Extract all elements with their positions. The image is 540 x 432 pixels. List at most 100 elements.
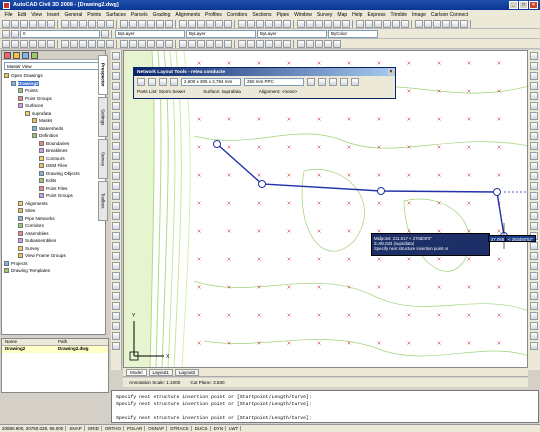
standard-icon-18[interactable] — [156, 19, 164, 28]
toolspace-icon-3[interactable] — [22, 51, 29, 59]
standard-icon-17[interactable] — [147, 19, 155, 28]
draw-icon-2[interactable] — [112, 72, 120, 80]
tree-item-edits[interactable]: Edits — [4, 177, 103, 185]
draw-pipes-icon[interactable] — [307, 77, 315, 86]
civil-icon-9[interactable] — [79, 39, 87, 48]
tree-item-boundaries[interactable]: Boundaries — [4, 140, 103, 148]
layer-properties-icon[interactable] — [2, 29, 10, 38]
standard-icon-12[interactable] — [106, 19, 114, 28]
tab-layout1[interactable]: Layout1 — [148, 368, 173, 376]
civil-icon-25[interactable] — [215, 39, 223, 48]
civil-icon-8[interactable] — [70, 39, 78, 48]
draw-icon-22[interactable] — [112, 272, 120, 280]
draw-icon-17[interactable] — [112, 222, 120, 230]
menu-item-grading[interactable]: Grading — [150, 12, 173, 18]
modify-icon-5[interactable] — [530, 102, 538, 110]
standard-icon-46[interactable] — [392, 19, 400, 28]
menu-item-edit[interactable]: Edit — [15, 12, 29, 18]
view-select[interactable]: Master View — [4, 62, 102, 70]
tree-item-point-groups[interactable]: Point Groups — [4, 192, 103, 200]
civil-icon-12[interactable] — [106, 39, 114, 48]
standard-icon-25[interactable] — [215, 19, 223, 28]
tree-item-point-files[interactable]: Point Files — [4, 185, 103, 193]
modify-icon-4[interactable] — [530, 92, 538, 100]
toolspace-icon[interactable] — [4, 51, 11, 59]
modify-icon-8[interactable] — [530, 132, 538, 140]
network-properties-icon[interactable] — [137, 77, 145, 86]
civil-icon-14[interactable] — [120, 39, 128, 48]
tree-item-drawing-templates[interactable]: Drawing Templates — [4, 267, 103, 275]
modify-icon-29[interactable] — [530, 342, 538, 350]
status-polar[interactable]: POLAR — [127, 426, 146, 431]
civil-icon-37[interactable] — [315, 39, 323, 48]
tree-item-projects[interactable]: Projects — [4, 260, 103, 268]
menu-item-points[interactable]: Points — [85, 12, 104, 18]
modify-icon-10[interactable] — [530, 152, 538, 160]
draw-icon-6[interactable] — [112, 112, 120, 120]
standard-icon-22[interactable] — [188, 19, 196, 28]
linetype-combo[interactable]: ByLayer — [186, 29, 256, 38]
standard-icon-54[interactable] — [460, 19, 468, 28]
menu-item-general[interactable]: General — [62, 12, 85, 18]
status-otrack[interactable]: OTRACK — [170, 426, 192, 431]
draw-icon-25[interactable] — [112, 302, 120, 310]
tree-item-subassemblies[interactable]: Subassemblies — [4, 237, 103, 245]
civil-icon-0[interactable] — [2, 39, 10, 48]
menu-item-parcels[interactable]: Parcels — [128, 12, 150, 18]
menu-item-alignments[interactable]: Alignments — [173, 12, 203, 18]
tab-model[interactable]: Model — [126, 368, 147, 376]
civil-icon-3[interactable] — [29, 39, 37, 48]
draw-icon-8[interactable] — [112, 132, 120, 140]
tree-item-points[interactable]: Points — [4, 87, 103, 95]
draw-icon-14[interactable] — [112, 192, 120, 200]
status-ortho[interactable]: ORTHO — [105, 426, 124, 431]
modify-icon-22[interactable] — [530, 272, 538, 280]
menu-item-image[interactable]: Image — [410, 12, 429, 18]
draw-icon-23[interactable] — [112, 282, 120, 290]
modify-icon-12[interactable] — [530, 172, 538, 180]
tree-item-contours[interactable]: Contours — [4, 155, 103, 163]
menu-item-trimble[interactable]: Trimble — [388, 12, 409, 18]
standard-icon-24[interactable] — [206, 19, 214, 28]
modify-icon-26[interactable] — [530, 312, 538, 320]
parts-list-icon[interactable] — [148, 77, 156, 86]
civil-icon-26[interactable] — [224, 39, 232, 48]
standard-icon-9[interactable] — [79, 19, 87, 28]
tab-prospector[interactable]: Prospector — [98, 55, 108, 95]
status-dyn[interactable]: DYN — [214, 426, 227, 431]
tab-survey[interactable]: Survey — [98, 139, 108, 179]
standard-icon-37[interactable] — [315, 19, 323, 28]
standard-icon-32[interactable] — [274, 19, 282, 28]
tree-item-survey[interactable]: Survey — [4, 245, 103, 253]
tree-item-breaklines[interactable]: Breaklines — [4, 147, 103, 155]
toolspace-icon-4[interactable] — [31, 51, 38, 59]
standard-icon-19[interactable] — [165, 19, 173, 28]
civil-icon-19[interactable] — [165, 39, 173, 48]
civil-icon-24[interactable] — [206, 39, 214, 48]
civil-icon-31[interactable] — [265, 39, 273, 48]
draw-icon-7[interactable] — [112, 122, 120, 130]
draw-icon-26[interactable] — [112, 312, 120, 320]
standard-icon-5[interactable] — [47, 19, 55, 28]
menu-item-profiles[interactable]: Profiles — [203, 12, 225, 18]
draw-icon-3[interactable] — [112, 82, 120, 90]
draw-icon-1[interactable] — [112, 62, 120, 70]
draw-icon-0[interactable] — [112, 52, 120, 60]
menu-item-pipes[interactable]: Pipes — [274, 12, 292, 18]
modify-icon-2[interactable] — [530, 72, 538, 80]
menu-item-insert[interactable]: Insert — [44, 12, 62, 18]
tree-item-masks[interactable]: Masks — [4, 117, 103, 125]
standard-icon-42[interactable] — [356, 19, 364, 28]
tree-item-definition[interactable]: Definition — [4, 132, 103, 140]
standard-icon-14[interactable] — [120, 19, 128, 28]
civil-icon-36[interactable] — [306, 39, 314, 48]
standard-icon-8[interactable] — [70, 19, 78, 28]
tree-item-sites[interactable]: Sites — [4, 207, 103, 215]
civil-icon-17[interactable] — [147, 39, 155, 48]
surface-icon[interactable] — [159, 77, 167, 86]
draw-icon-29[interactable] — [112, 342, 120, 350]
standard-icon-53[interactable] — [451, 19, 459, 28]
tree-item-view-frame-groups[interactable]: View Frame Groups — [4, 252, 103, 260]
standard-icon-33[interactable] — [283, 19, 291, 28]
civil-icon-33[interactable] — [283, 39, 291, 48]
